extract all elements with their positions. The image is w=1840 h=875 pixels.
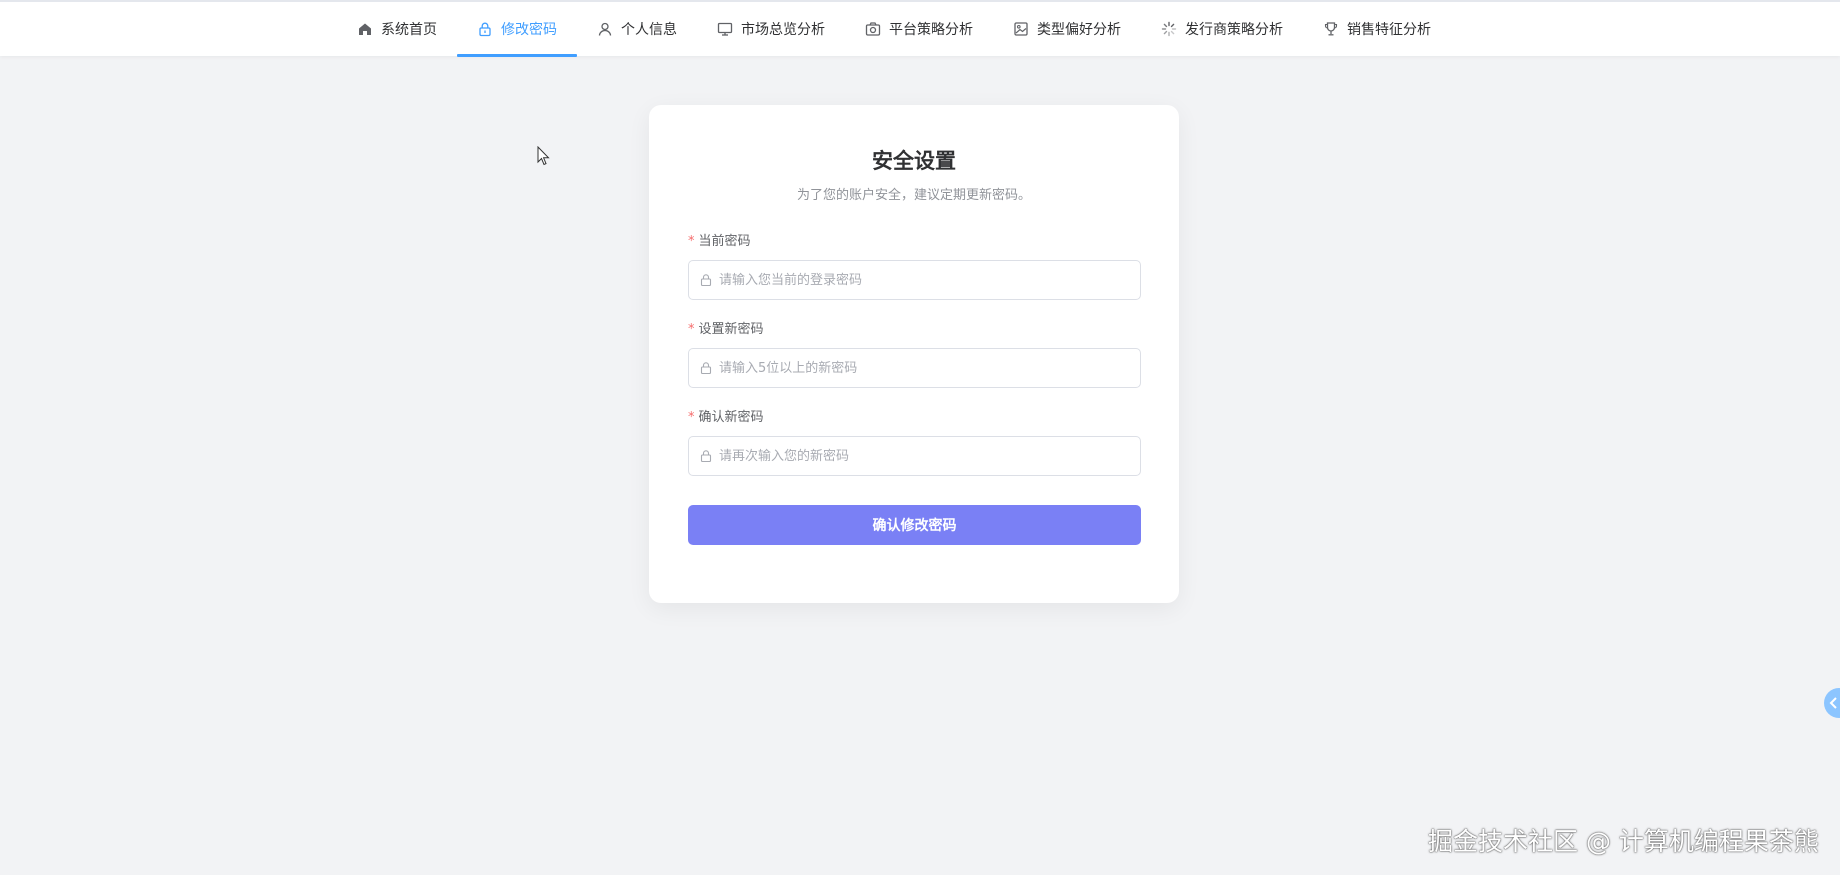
required-mark: * xyxy=(688,410,695,425)
nav-item-label: 系统首页 xyxy=(381,22,437,38)
nav-item-change-password[interactable]: 修改密码 xyxy=(457,2,577,57)
confirm-password-input-box[interactable] xyxy=(688,436,1141,476)
lock-icon xyxy=(699,449,713,463)
field-label-text: 当前密码 xyxy=(698,234,751,249)
lock-icon xyxy=(699,361,713,375)
picture-icon xyxy=(1013,21,1029,37)
mouse-cursor-icon xyxy=(537,145,551,168)
current-password-input-box[interactable] xyxy=(688,260,1141,300)
home-icon xyxy=(357,21,373,37)
current-password-field: * 当前密码 xyxy=(688,233,1141,300)
confirm-change-password-button[interactable]: 确认修改密码 xyxy=(688,505,1141,545)
field-label: * 设置新密码 xyxy=(688,321,1141,339)
trophy-icon xyxy=(1323,21,1339,37)
loading-icon xyxy=(1161,21,1177,37)
new-password-input-box[interactable] xyxy=(688,348,1141,388)
top-navbar: 系统首页 修改密码 个人信息 市场总览分析 平台策略分析 类型偏好分析 发行商策… xyxy=(0,0,1840,57)
field-label-text: 设置新密码 xyxy=(698,322,764,337)
side-drawer-toggle[interactable] xyxy=(1824,688,1840,718)
nav-item-label: 个人信息 xyxy=(621,22,677,38)
nav-item-market-overview[interactable]: 市场总览分析 xyxy=(697,2,845,56)
lock-icon xyxy=(699,273,713,287)
field-label: * 当前密码 xyxy=(688,233,1141,251)
nav-item-profile[interactable]: 个人信息 xyxy=(577,2,697,56)
new-password-input[interactable] xyxy=(719,350,1140,386)
user-icon xyxy=(597,21,613,37)
card-title: 安全设置 xyxy=(872,149,956,173)
chevron-left-icon xyxy=(1829,697,1837,709)
monitor-icon xyxy=(717,21,733,37)
nav-item-home[interactable]: 系统首页 xyxy=(337,2,457,56)
nav-item-platform-strategy[interactable]: 平台策略分析 xyxy=(845,2,993,56)
nav-item-label: 平台策略分析 xyxy=(889,22,973,38)
nav-item-label: 市场总览分析 xyxy=(741,22,825,38)
nav-item-label: 发行商策略分析 xyxy=(1185,22,1283,38)
nav-item-label: 修改密码 xyxy=(501,22,557,38)
field-label: * 确认新密码 xyxy=(688,409,1141,427)
watermark: 掘金技术社区 @ 计算机编程果茶熊 xyxy=(1428,827,1819,856)
required-mark: * xyxy=(688,234,695,249)
card-subtitle: 为了您的账户安全，建议定期更新密码。 xyxy=(796,188,1031,203)
lock-icon xyxy=(477,21,493,37)
new-password-field: * 设置新密码 xyxy=(688,321,1141,388)
nav-item-label: 销售特征分析 xyxy=(1347,22,1431,38)
required-mark: * xyxy=(688,322,695,337)
confirm-password-input[interactable] xyxy=(719,438,1140,474)
field-label-text: 确认新密码 xyxy=(698,410,764,425)
nav-item-label: 类型偏好分析 xyxy=(1037,22,1121,38)
nav-menu: 系统首页 修改密码 个人信息 市场总览分析 平台策略分析 类型偏好分析 发行商策… xyxy=(337,2,1451,57)
current-password-input[interactable] xyxy=(719,262,1140,298)
nav-item-publisher-strategy[interactable]: 发行商策略分析 xyxy=(1141,2,1303,56)
nav-item-sales-features[interactable]: 销售特征分析 xyxy=(1303,2,1451,56)
confirm-password-field: * 确认新密码 xyxy=(688,409,1141,476)
nav-item-genre-preference[interactable]: 类型偏好分析 xyxy=(993,2,1141,56)
security-settings-card: 安全设置 为了您的账户安全，建议定期更新密码。 * 当前密码 * 设置新密码 * 确认… xyxy=(649,105,1179,603)
camera-icon xyxy=(865,21,881,37)
